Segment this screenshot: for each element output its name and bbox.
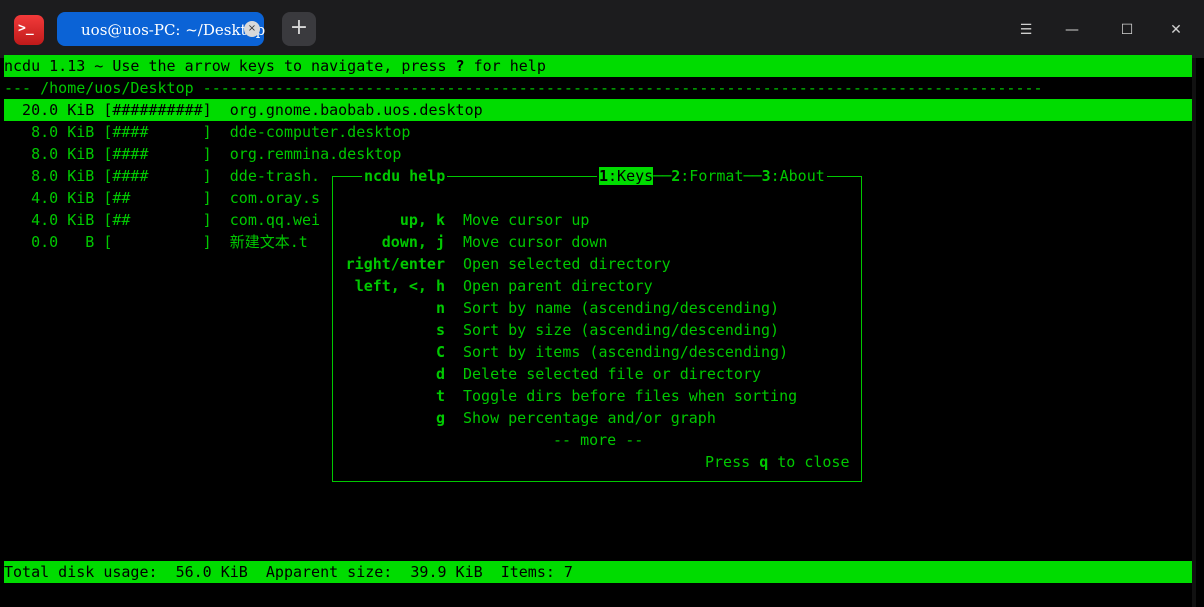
- help-key-description: Sort by name (ascending/descending): [463, 299, 780, 317]
- help-key: right/enter: [345, 255, 445, 273]
- close-hint-text: Press: [705, 453, 760, 471]
- help-key: down, j: [381, 233, 445, 251]
- help-tab-number[interactable]: 3: [762, 167, 771, 185]
- help-key: C: [435, 343, 445, 361]
- minimize-icon[interactable]: —: [1061, 19, 1083, 41]
- file-size: 8.0 KiB: [4, 167, 95, 185]
- help-key-description: Open parent directory: [463, 277, 653, 295]
- usage-graph: [#### ]: [103, 167, 212, 185]
- new-tab-button[interactable]: +: [282, 12, 316, 46]
- usage-graph: [## ]: [103, 189, 212, 207]
- file-row[interactable]: 20.0 KiB [##########] org.gnome.baobab.u…: [4, 99, 1192, 121]
- scrollbar[interactable]: [1192, 58, 1196, 607]
- usage-graph: [ ]: [103, 233, 212, 251]
- file-name: com.oray.s: [229, 189, 321, 207]
- terminal-app-icon[interactable]: >_: [14, 15, 44, 45]
- maximize-icon[interactable]: ☐: [1116, 19, 1138, 41]
- close-key: q: [759, 453, 769, 471]
- file-name: dde-trash.: [229, 167, 321, 185]
- help-tab-label[interactable]: :Keys: [608, 167, 654, 185]
- help-tab-number[interactable]: 2: [671, 167, 680, 185]
- file-size: 4.0 KiB: [4, 211, 95, 229]
- help-tab-number[interactable]: 1: [599, 167, 609, 185]
- help-key: t: [435, 387, 445, 405]
- file-name: org.remmina.desktop: [229, 145, 402, 163]
- close-hint: Press q to close: [705, 451, 850, 473]
- help-key-description: Move cursor down: [463, 233, 608, 251]
- more-indicator: -- more --: [553, 431, 644, 449]
- header-text-end: for help: [464, 57, 546, 75]
- status-footer: Total disk usage: 56.0 KiB Apparent size…: [4, 561, 1192, 583]
- help-key-description: Open selected directory: [463, 255, 671, 273]
- help-key: s: [435, 321, 445, 339]
- help-key-description: Toggle dirs before files when sorting: [463, 387, 798, 405]
- terminal-area[interactable]: ncdu 1.13 ~ Use the arrow keys to naviga…: [0, 55, 1204, 607]
- file-name: org.gnome.baobab.uos.desktop: [229, 101, 483, 119]
- file-size: 0.0 B: [4, 233, 95, 251]
- title-bar: >_ uos@uos-PC: ~/Desktop × + ☰ — ☐ ✕: [0, 0, 1204, 58]
- help-key: n: [435, 299, 445, 317]
- help-key-description: Sort by size (ascending/descending): [463, 321, 780, 339]
- usage-graph: [#### ]: [103, 145, 212, 163]
- tab-label: uos@uos-PC: ~/Desktop: [81, 21, 266, 39]
- help-tab-label[interactable]: :About: [771, 167, 825, 185]
- file-name: dde-computer.desktop: [229, 123, 411, 141]
- header-help-key: ?: [455, 57, 465, 75]
- file-row[interactable]: 8.0 KiB [#### ] org.remmina.desktop: [4, 143, 1192, 165]
- file-size: 8.0 KiB: [4, 145, 95, 163]
- help-key-description: Delete selected file or directory: [463, 365, 762, 383]
- help-key: d: [435, 365, 445, 383]
- help-tab-label[interactable]: :Format: [680, 167, 743, 185]
- usage-graph: [## ]: [103, 211, 212, 229]
- help-key-description: Sort by items (ascending/descending): [463, 343, 789, 361]
- file-name: com.qq.wei: [229, 211, 321, 229]
- help-dialog: ncdu help 1:Keys──2:Format──3:About up, …: [332, 165, 862, 482]
- file-size: 8.0 KiB: [4, 123, 95, 141]
- file-size: 20.0 KiB: [4, 101, 95, 119]
- menu-icon[interactable]: ☰: [1015, 19, 1037, 41]
- tab-desktop[interactable]: uos@uos-PC: ~/Desktop ×: [57, 12, 266, 46]
- help-tabs: 1:Keys──2:Format──3:About: [597, 165, 827, 187]
- help-key: up, k: [399, 211, 445, 229]
- usage-graph: [#### ]: [103, 123, 212, 141]
- help-title: ncdu help: [362, 165, 448, 187]
- help-key: left, <, h: [354, 277, 445, 295]
- header-text: ncdu 1.13 ~ Use the arrow keys to naviga…: [4, 57, 456, 75]
- file-name: 新建文本.t: [229, 233, 308, 251]
- help-key: g: [435, 409, 445, 427]
- ncdu-header: ncdu 1.13 ~ Use the arrow keys to naviga…: [4, 55, 1192, 77]
- file-size: 4.0 KiB: [4, 189, 95, 207]
- help-key-description: Move cursor up: [463, 211, 590, 229]
- file-row[interactable]: 8.0 KiB [#### ] dde-computer.desktop: [4, 121, 1192, 143]
- usage-graph: [##########]: [103, 101, 212, 119]
- tab-close-icon[interactable]: ×: [244, 21, 260, 37]
- close-window-icon[interactable]: ✕: [1165, 19, 1187, 41]
- path-line: --- /home/uos/Desktop ------------------…: [4, 79, 1043, 97]
- footer-text: Total disk usage: 56.0 KiB Apparent size…: [4, 563, 573, 581]
- help-key-description: Show percentage and/or graph: [463, 409, 716, 427]
- close-hint-end: to close: [768, 453, 850, 471]
